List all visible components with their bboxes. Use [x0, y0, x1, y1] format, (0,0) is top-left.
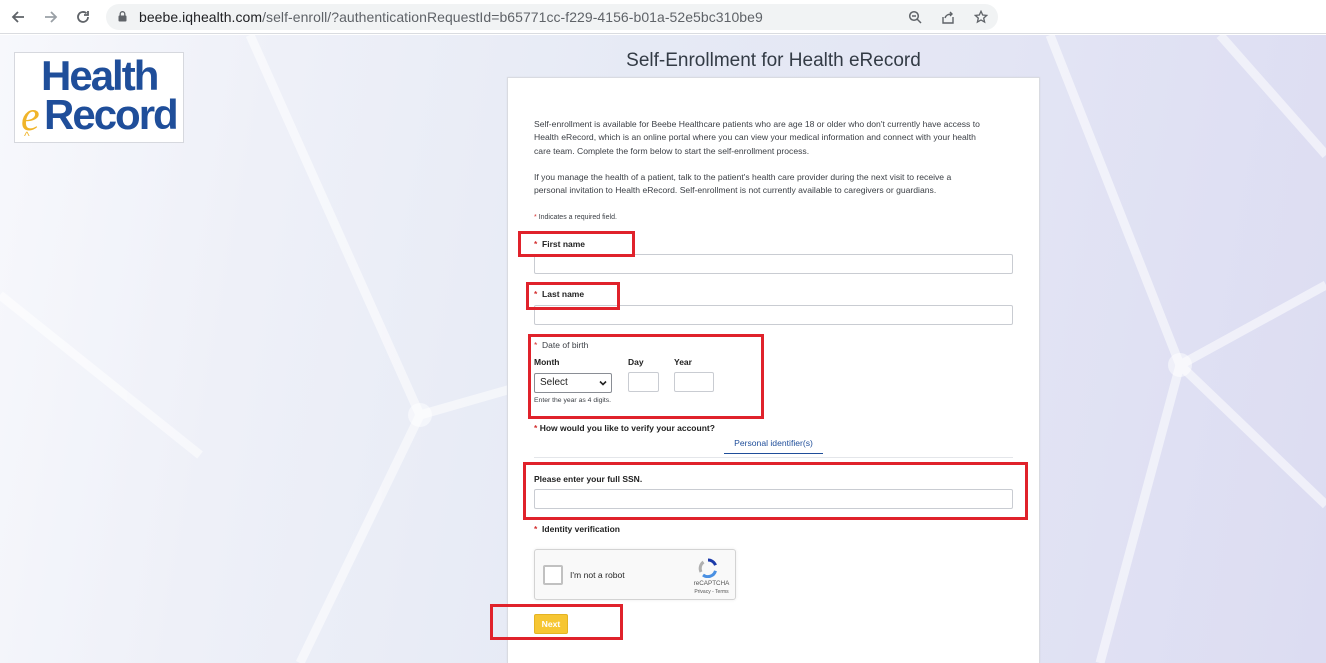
month-select[interactable]: Select [534, 373, 612, 393]
page-background: Health e ^ Record Self-Enrollment for He… [0, 35, 1326, 663]
day-label: Day [628, 357, 644, 367]
recaptcha-checkbox[interactable] [543, 565, 563, 585]
tab-personal-identifiers[interactable]: Personal identifier(s) [724, 438, 823, 454]
dob-label: * Date of birth [534, 340, 588, 350]
required-star: * [534, 289, 538, 299]
year-label: Year [674, 357, 692, 367]
year-hint: Enter the year as 4 digits. [534, 397, 612, 404]
enrollment-form: Self-enrollment is available for Beebe H… [490, 77, 1040, 663]
recaptcha-icon [698, 558, 717, 578]
logo-text-record: Record [44, 91, 179, 138]
arrow-left-icon[interactable] [6, 5, 30, 29]
last-name-label: * Last name [534, 289, 584, 299]
chevron-down-icon [599, 380, 607, 386]
url-text: beebe.iqhealth.com/self-enroll/?authenti… [139, 9, 763, 25]
next-button[interactable]: Next [534, 614, 568, 634]
share-icon[interactable] [939, 8, 957, 26]
arrow-right-icon[interactable] [39, 5, 63, 29]
intro-paragraph-1: Self-enrollment is available for Beebe H… [534, 119, 980, 156]
recaptcha-links[interactable]: Privacy - Terms [689, 589, 734, 595]
required-note-text: Indicates a required field. [538, 214, 617, 221]
first-name-label-text: First name [542, 239, 586, 249]
address-bar[interactable]: beebe.iqhealth.com/self-enroll/?authenti… [106, 4, 998, 30]
recaptcha-brand: reCAPTCHA [693, 580, 730, 587]
tab-divider [534, 457, 1013, 458]
first-name-label: * First name [534, 239, 585, 249]
dob-label-text: Date of birth [542, 340, 589, 350]
month-select-value: Select [540, 377, 568, 388]
lock-icon[interactable] [118, 11, 127, 22]
last-name-input[interactable] [534, 305, 1013, 325]
required-star: * [534, 239, 538, 249]
recaptcha-widget: I'm not a robot reCAPTCHA Privacy - Term… [534, 549, 736, 600]
required-note: * Indicates a required field. [534, 214, 617, 221]
star-icon[interactable] [972, 8, 990, 26]
browser-toolbar: beebe.iqhealth.com/self-enroll/?authenti… [0, 0, 1326, 34]
month-label: Month [534, 357, 560, 367]
ssn-label: Please enter your full SSN. [534, 474, 643, 484]
required-star: * [534, 214, 537, 221]
year-input[interactable] [674, 372, 714, 392]
ssn-input[interactable] [534, 489, 1013, 509]
reload-icon[interactable] [71, 5, 95, 29]
health-erecord-logo: Health e ^ Record [14, 52, 184, 143]
url-path: /self-enroll/?authenticationRequestId=b6… [262, 9, 763, 25]
required-star: * [534, 423, 538, 433]
required-star: * [534, 524, 538, 534]
verify-label: * How would you like to verify your acco… [534, 423, 715, 433]
recaptcha-label: I'm not a robot [570, 570, 625, 580]
identity-label: * Identity verification [534, 524, 620, 534]
page-title: Self-Enrollment for Health eRecord [626, 50, 921, 71]
zoom-icon[interactable] [906, 8, 924, 26]
identity-label-text: Identity verification [542, 524, 620, 534]
url-domain: beebe.iqhealth.com [139, 9, 263, 25]
logo-caret-icon: ^ [24, 129, 30, 143]
intro-paragraph-2: If you manage the health of a patient, t… [534, 172, 952, 196]
first-name-input[interactable] [534, 254, 1013, 274]
last-name-label-text: Last name [542, 289, 585, 299]
verify-label-text: How would you like to verify your accoun… [539, 423, 715, 433]
required-star: * [534, 340, 538, 350]
day-input[interactable] [628, 372, 659, 392]
